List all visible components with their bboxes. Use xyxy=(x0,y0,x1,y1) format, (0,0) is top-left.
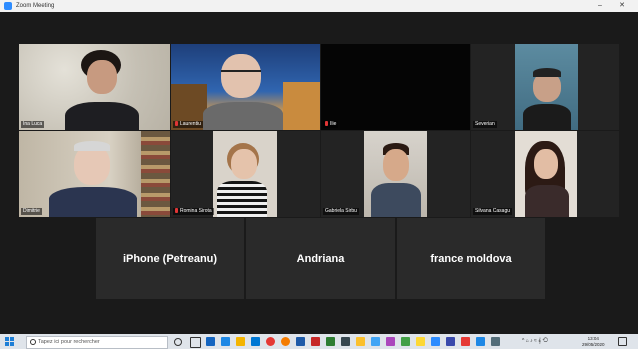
zoom-app-icon xyxy=(4,2,12,10)
person-glasses xyxy=(221,70,261,79)
participant-name: iPhone (Petreanu) xyxy=(122,252,218,265)
participant-tile[interactable]: Laurentiu xyxy=(171,44,320,130)
app-icon[interactable] xyxy=(461,337,470,346)
mail-icon[interactable] xyxy=(221,337,230,346)
person-face xyxy=(74,145,110,185)
excel-icon[interactable] xyxy=(326,337,335,346)
app-icon[interactable] xyxy=(491,337,500,346)
notifications-icon[interactable] xyxy=(618,337,627,346)
participant-tile[interactable]: Ina Luca xyxy=(19,44,170,130)
paint-icon[interactable] xyxy=(371,337,380,346)
app-icon[interactable] xyxy=(476,337,485,346)
participant-name: Laurentiu xyxy=(173,121,203,128)
system-tray[interactable]: ^ ⌂ ♪ ≈ 𝄞 ⟲ xyxy=(522,334,548,349)
person-body xyxy=(523,104,571,130)
person-body xyxy=(49,187,137,217)
firefox-icon[interactable] xyxy=(281,337,290,346)
opera-icon[interactable] xyxy=(266,337,275,346)
person-body xyxy=(525,185,569,217)
window-titlebar: Zoom Meeting – ✕ xyxy=(0,0,638,12)
participant-tile[interactable]: Romina Sirota xyxy=(171,131,320,217)
person-body xyxy=(203,102,283,130)
participant-name: Romina Sirota xyxy=(173,208,214,215)
app-icon[interactable] xyxy=(401,337,410,346)
taskbar-search-input[interactable]: Tapez ici pour rechercher xyxy=(26,336,168,349)
mic-muted-icon xyxy=(175,121,178,126)
search-icon xyxy=(30,339,36,345)
person-face xyxy=(534,149,558,179)
participant-name: Severian xyxy=(473,121,497,128)
participant-name: france moldova xyxy=(430,252,512,265)
vlc-icon[interactable] xyxy=(356,337,365,346)
person-hair xyxy=(533,68,561,77)
participant-tile[interactable]: Silvana Casagu xyxy=(471,131,619,217)
file-explorer-icon[interactable] xyxy=(236,337,245,346)
close-button[interactable]: ✕ xyxy=(615,0,629,12)
person-hair xyxy=(74,141,110,151)
person-face xyxy=(87,60,117,94)
audio-only-tile[interactable]: iPhone (Petreanu) xyxy=(96,218,244,299)
participant-name: Dimitrie xyxy=(21,208,42,215)
person-face xyxy=(383,149,409,181)
pdf-icon[interactable] xyxy=(311,337,320,346)
mic-muted-icon xyxy=(325,121,328,126)
clock-date: 29/05/2020 xyxy=(582,341,605,347)
word-icon[interactable] xyxy=(296,337,305,346)
person-body xyxy=(217,181,267,217)
app-icon[interactable] xyxy=(386,337,395,346)
gallery-view: Ina Luca Laurentiu Ilie Severian Dimitri… xyxy=(0,12,638,334)
bookshelf xyxy=(141,131,170,217)
person-body xyxy=(371,183,421,217)
mic-muted-icon xyxy=(175,208,178,213)
participant-name: Gabriela Sirbu xyxy=(323,208,359,215)
app-icon[interactable] xyxy=(446,337,455,346)
edge-icon[interactable] xyxy=(206,337,215,346)
windows-taskbar: Tapez ici pour rechercher ^ ⌂ ♪ ≈ 𝄞 ⟲ 13… xyxy=(0,334,638,349)
app-icon[interactable] xyxy=(341,337,350,346)
store-icon[interactable] xyxy=(251,337,260,346)
participant-tile[interactable]: Severian xyxy=(471,44,619,130)
window-title: Zoom Meeting xyxy=(16,3,55,9)
participant-name: Silvana Casagu xyxy=(473,208,513,215)
app-icon[interactable] xyxy=(416,337,425,346)
windows-start-icon[interactable] xyxy=(5,337,14,346)
participant-tile[interactable]: Gabriela Sirbu xyxy=(321,131,470,217)
participant-tile[interactable]: Dimitrie xyxy=(19,131,170,217)
audio-only-tile[interactable]: Andriana xyxy=(246,218,395,299)
person-body xyxy=(65,102,139,130)
participant-name: Ilie xyxy=(323,121,339,128)
participant-tile[interactable]: Ilie xyxy=(321,44,470,130)
participant-name: Andriana xyxy=(296,252,345,265)
person-face xyxy=(231,149,257,179)
participant-name: Ina Luca xyxy=(21,121,45,128)
building-right xyxy=(283,82,320,130)
zoom-icon[interactable] xyxy=(431,337,440,346)
minimize-button[interactable]: – xyxy=(593,0,607,12)
cortana-icon[interactable] xyxy=(174,338,182,346)
taskbar-clock[interactable]: 13:04 29/05/2020 xyxy=(582,336,605,347)
task-view-icon[interactable] xyxy=(190,337,201,348)
audio-only-tile[interactable]: france moldova xyxy=(397,218,545,299)
